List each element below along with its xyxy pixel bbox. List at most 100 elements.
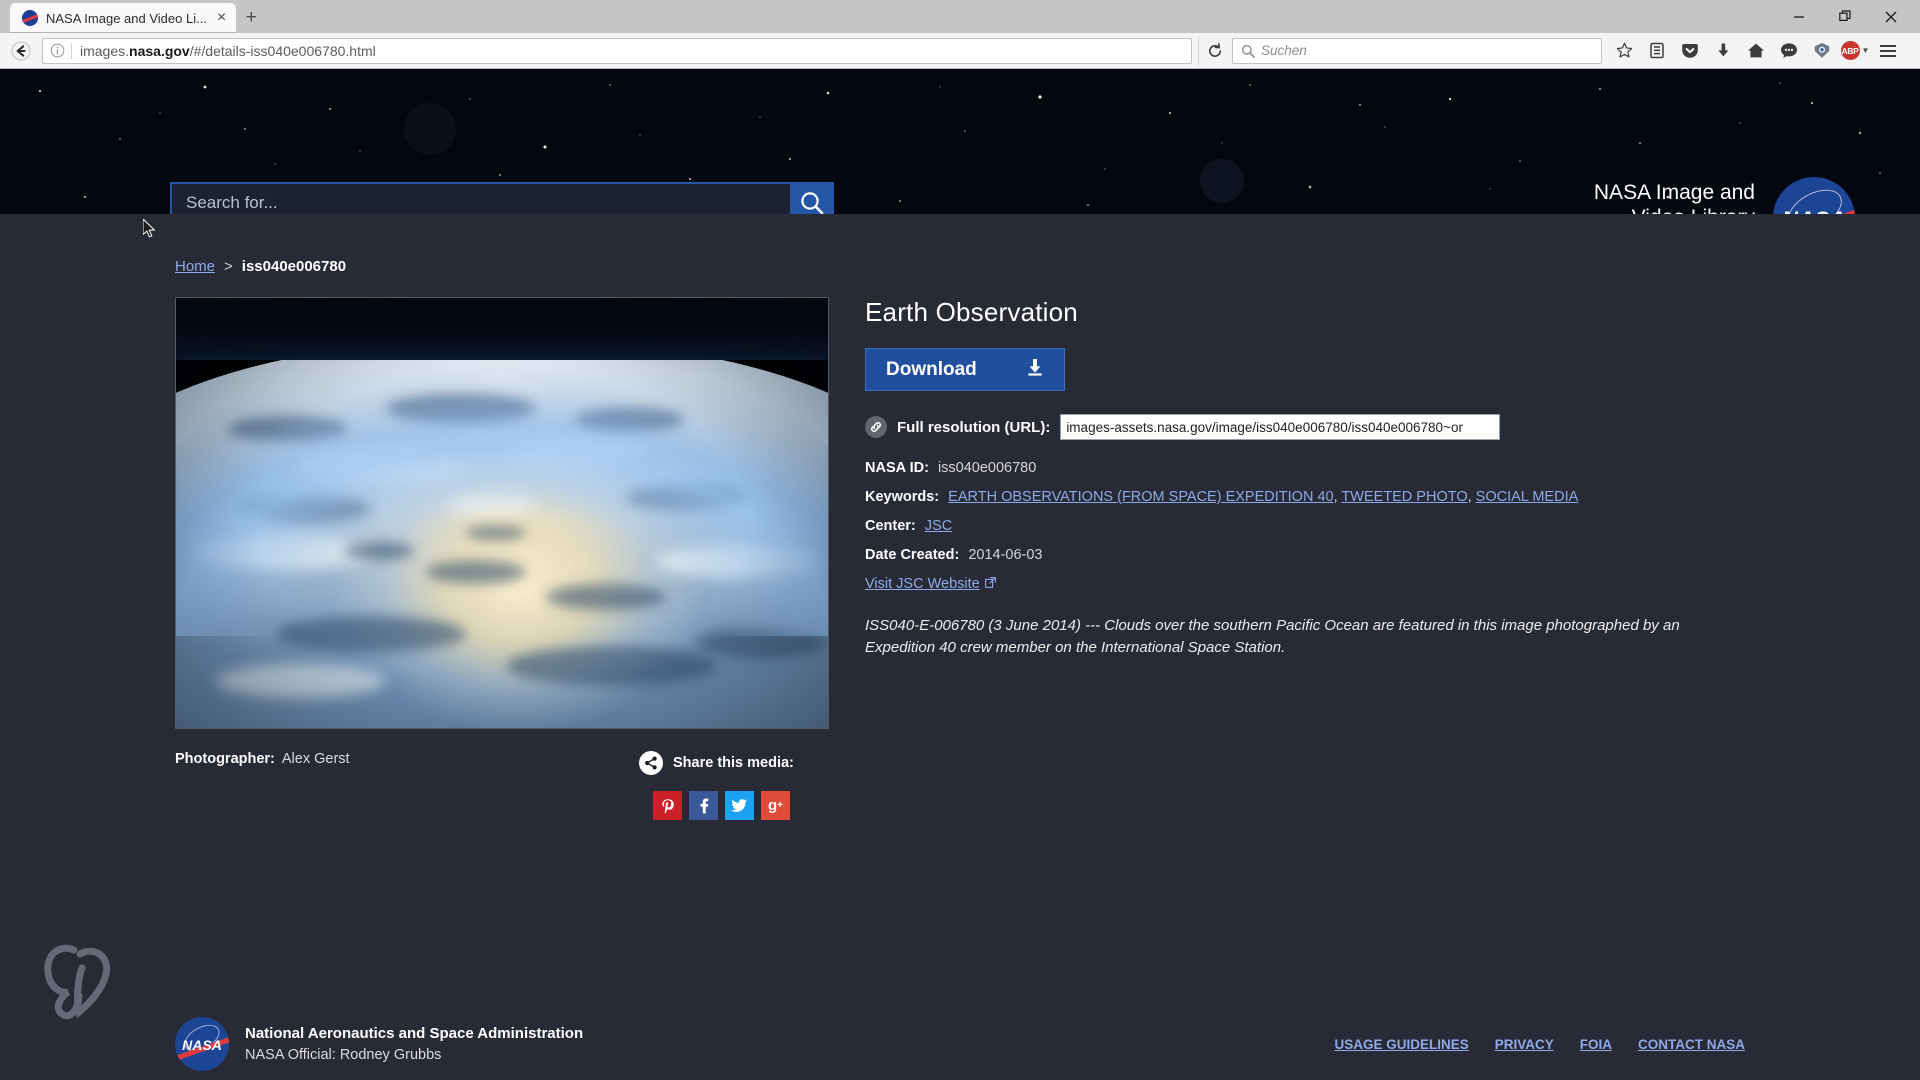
bookmark-star-icon[interactable]: [1608, 36, 1640, 66]
browser-chrome: NASA Image and Video Li... × + images.na…: [0, 0, 1920, 69]
footer-link-privacy[interactable]: PRIVACY: [1495, 1037, 1554, 1052]
sync-chat-icon[interactable]: [1773, 36, 1805, 66]
share-block: Share this media: g +: [639, 751, 829, 820]
media-column: Photographer: Alex Gerst Share this medi…: [175, 297, 829, 820]
twitter-share-button[interactable]: [725, 791, 754, 820]
visit-jsc-label: Visit JSC Website: [865, 576, 980, 592]
footer-official-value: Rodney Grubbs: [339, 1047, 442, 1063]
metadata-list: NASA ID: iss040e006780 Keywords: EARTH O…: [865, 454, 1765, 599]
earth-image-render: [176, 298, 828, 728]
share-buttons: g +: [653, 791, 829, 820]
pinterest-share-button[interactable]: [653, 791, 682, 820]
footer-official-row: NASA Official: Rodney Grubbs: [245, 1047, 583, 1063]
footer-agency-name: National Aeronautics and Space Administr…: [245, 1025, 584, 1042]
pocket-icon[interactable]: [1674, 36, 1706, 66]
search-icon: [1241, 44, 1255, 58]
minimize-button[interactable]: [1776, 2, 1822, 32]
site-header: Images Videos Audio NASA Image and Video…: [0, 69, 1920, 214]
photographer-label: Photographer:: [175, 751, 275, 767]
visit-website-row: Visit JSC Website: [865, 570, 1765, 599]
browser-tab[interactable]: NASA Image and Video Li... ×: [10, 3, 237, 33]
footer-link-contact-nasa[interactable]: CONTACT NASA: [1638, 1037, 1745, 1052]
restore-button[interactable]: [1822, 2, 1868, 32]
home-icon[interactable]: [1740, 36, 1772, 66]
page-title: Earth Observation: [865, 297, 1078, 327]
menu-hamburger-icon[interactable]: [1872, 36, 1904, 66]
address-bar[interactable]: images.nasa.gov/#/details-iss040e006780.…: [42, 37, 1192, 64]
search-input[interactable]: [186, 193, 776, 213]
close-window-button[interactable]: [1868, 2, 1914, 32]
full-resolution-row: Full resolution (URL):: [865, 414, 1765, 440]
description-text: ISS040-E-006780 (3 June 2014) --- Clouds…: [865, 617, 1680, 656]
toolbar-icons: ABP ▼: [1608, 36, 1904, 66]
keywords-label: Keywords:: [865, 489, 940, 505]
detail-content: Home > iss040e006780 Photographer: Alex …: [0, 214, 1920, 820]
url-text: images.nasa.gov/#/details-iss040e006780.…: [72, 43, 1191, 59]
image-vignette: [176, 298, 828, 728]
keyword-link-2[interactable]: SOCIAL MEDIA: [1476, 489, 1579, 505]
new-tab-button[interactable]: +: [236, 3, 266, 33]
site-info-icon[interactable]: [43, 43, 71, 58]
tab-strip: NASA Image and Video Li... × +: [0, 0, 1920, 33]
site-search: [170, 182, 834, 214]
date-created-value: 2014-06-03: [968, 547, 1043, 563]
url-prefix: images.: [80, 42, 130, 59]
share-header: Share this media:: [639, 751, 829, 775]
google-plus-share-button[interactable]: g +: [761, 791, 790, 820]
footer-link-usage-guidelines[interactable]: USAGE GUIDELINES: [1334, 1037, 1468, 1052]
breadcrumb-home-link[interactable]: Home: [175, 258, 215, 275]
search-submit-button[interactable]: [790, 182, 834, 214]
search-placeholder: Suchen: [1261, 43, 1307, 58]
facebook-share-button[interactable]: [689, 791, 718, 820]
nasa-footer-logo: NASA: [175, 1017, 229, 1071]
reload-button[interactable]: [1198, 35, 1230, 66]
footer-text: National Aeronautics and Space Administr…: [245, 1025, 583, 1063]
url-path: /#/details-iss040e006780.html: [189, 42, 376, 59]
search-input-wrapper[interactable]: [170, 182, 790, 214]
nasa-id-value: iss040e006780: [937, 460, 1037, 476]
footer-link-foia[interactable]: FOIA: [1580, 1037, 1612, 1052]
site-footer: NASA National Aeronautics and Space Admi…: [0, 1008, 1920, 1080]
center-link[interactable]: JSC: [925, 518, 952, 534]
library-icon[interactable]: [1641, 36, 1673, 66]
brand-line-2: Video Library: [1594, 206, 1755, 214]
shield-icon[interactable]: [1806, 36, 1838, 66]
detail-main: Photographer: Alex Gerst Share this medi…: [175, 297, 1920, 820]
downloads-icon[interactable]: [1707, 36, 1739, 66]
nasa-id-label: NASA ID:: [865, 460, 929, 476]
center-row: Center: JSC: [865, 512, 1765, 541]
keyword-link-1[interactable]: TWEETED PHOTO: [1341, 489, 1467, 505]
date-created-row: Date Created: 2014-06-03: [865, 541, 1765, 570]
brand-line-1: NASA Image and: [1593, 181, 1755, 204]
search-icon: [801, 192, 824, 214]
share-nodes-icon: [639, 751, 663, 775]
external-link-icon: [984, 570, 996, 599]
keyword-separator: ,: [1333, 489, 1338, 505]
chevron-down-icon[interactable]: ▼: [1862, 46, 1870, 55]
nasa-logo[interactable]: NASA: [1773, 177, 1855, 214]
keyword-separator: ,: [1467, 489, 1472, 505]
visit-jsc-website-link[interactable]: Visit JSC Website: [865, 570, 996, 599]
nasa-favicon-icon: [22, 10, 38, 26]
breadcrumb: Home > iss040e006780: [175, 258, 1920, 275]
keyword-link-0[interactable]: EARTH OBSERVATIONS (FROM SPACE) EXPEDITI…: [948, 489, 1333, 505]
tab-title: NASA Image and Video Li...: [46, 10, 207, 26]
full-resolution-input[interactable]: [1060, 414, 1501, 440]
back-button[interactable]: [6, 36, 36, 66]
navigation-toolbar: images.nasa.gov/#/details-iss040e006780.…: [0, 33, 1920, 69]
photographer-row: Photographer: Alex Gerst Share this medi…: [175, 751, 829, 820]
download-label: Download: [886, 358, 977, 380]
close-icon[interactable]: ×: [215, 10, 228, 26]
adblock-plus-icon[interactable]: ABP ▼: [1839, 36, 1871, 66]
full-resolution-label: Full resolution (URL):: [897, 418, 1051, 436]
page-content: Images Videos Audio NASA Image and Video…: [0, 69, 1920, 1080]
download-icon: [1024, 356, 1046, 383]
nasa-id-row: NASA ID: iss040e006780: [865, 454, 1765, 483]
download-button[interactable]: Download: [865, 348, 1065, 391]
mouse-cursor: [142, 217, 157, 244]
link-icon: [865, 416, 887, 438]
window-controls: [1776, 0, 1914, 33]
keywords-row: Keywords: EARTH OBSERVATIONS (FROM SPACE…: [865, 483, 1765, 512]
earth-photo[interactable]: [175, 297, 829, 729]
browser-search-bar[interactable]: Suchen: [1232, 37, 1602, 64]
